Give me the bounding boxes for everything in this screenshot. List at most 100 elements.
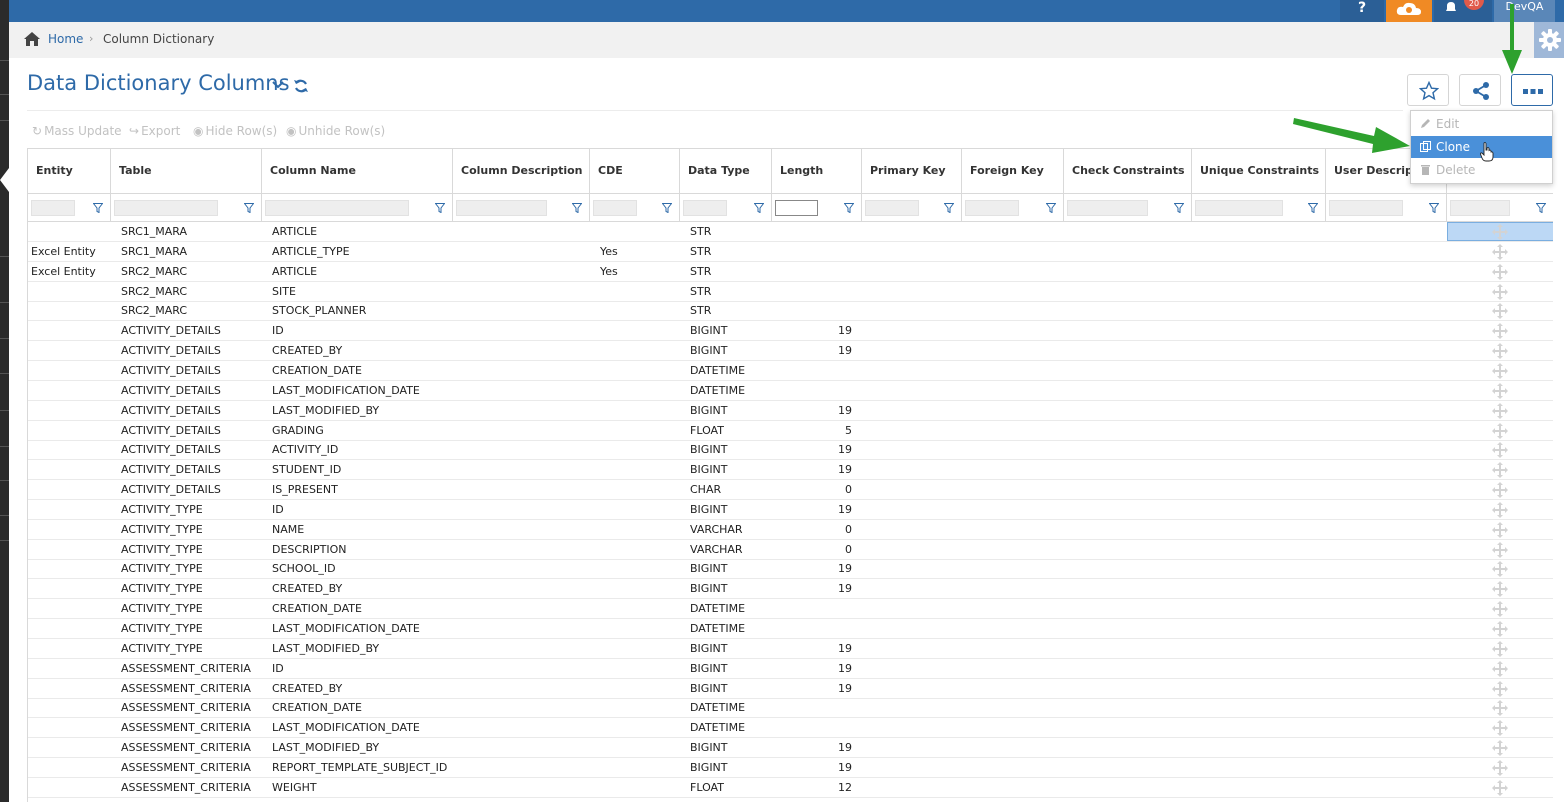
drag-handle-icon[interactable] bbox=[1492, 482, 1508, 499]
collapse-sidebar-handle[interactable] bbox=[0, 168, 9, 192]
drag-handle-icon[interactable] bbox=[1492, 660, 1508, 677]
drag-handle-icon[interactable] bbox=[1492, 521, 1508, 538]
drag-handle-icon[interactable] bbox=[1492, 382, 1508, 399]
drag-handle-icon[interactable] bbox=[1492, 621, 1508, 637]
filter-icon[interactable] bbox=[435, 203, 445, 213]
filter-icon[interactable] bbox=[944, 203, 954, 213]
drag-handle-icon[interactable] bbox=[1492, 303, 1508, 320]
filter-icon[interactable] bbox=[844, 203, 854, 213]
home-icon[interactable] bbox=[23, 31, 41, 47]
table-row[interactable]: ACTIVITY_TYPE CREATION_DATE DATETIME bbox=[28, 599, 1553, 620]
filter-icon[interactable] bbox=[244, 203, 254, 213]
filter-input-cde[interactable] bbox=[593, 200, 637, 216]
share-button[interactable] bbox=[1459, 74, 1501, 106]
table-row[interactable]: ASSESSMENT_CRITERIA LAST_MODIFICATION_DAT… bbox=[28, 718, 1553, 739]
filter-icon[interactable] bbox=[1174, 203, 1184, 213]
table-row[interactable]: ACTIVITY_DETAILS CREATED_BY BIGINT 19 bbox=[28, 341, 1553, 362]
table-row[interactable]: SRC2_MARC SITE STR bbox=[28, 282, 1553, 302]
table-row[interactable]: ASSESSMENT_CRITERIA WEIGHT FLOAT 12 bbox=[28, 778, 1553, 798]
filter-input-unique-constraints[interactable] bbox=[1195, 200, 1283, 216]
table-row[interactable]: SRC1_MARA ARTICLE STR bbox=[28, 222, 1553, 242]
drag-handle-icon[interactable] bbox=[1492, 323, 1508, 340]
hide-rows-button[interactable]: ◉ Hide Row(s) bbox=[193, 124, 277, 138]
menu-item-delete[interactable]: Delete bbox=[1411, 159, 1552, 181]
filter-input-user-description[interactable] bbox=[1329, 200, 1403, 216]
drag-handle-icon[interactable] bbox=[1492, 422, 1508, 439]
breadcrumb-home-link[interactable]: Home bbox=[48, 32, 83, 46]
filter-input-column-description[interactable] bbox=[456, 200, 547, 216]
table-row[interactable]: ACTIVITY_DETAILS LAST_MODIFICATION_DATE DA… bbox=[28, 381, 1553, 401]
table-row[interactable]: ACTIVITY_TYPE SCHOOL_ID BIGINT 19 bbox=[28, 559, 1553, 580]
drag-handle-icon[interactable] bbox=[1492, 700, 1508, 717]
table-row[interactable]: ACTIVITY_TYPE ID BIGINT 19 bbox=[28, 500, 1553, 520]
drag-handle-icon[interactable] bbox=[1492, 779, 1508, 796]
column-header-check-constraints[interactable]: Check Constraints bbox=[1064, 148, 1192, 194]
refresh-icon[interactable] bbox=[293, 78, 309, 94]
drag-handle-icon[interactable] bbox=[1492, 680, 1508, 697]
table-row[interactable]: ACTIVITY_TYPE NAME VARCHAR 0 bbox=[28, 520, 1553, 540]
drag-handle-icon[interactable] bbox=[1492, 243, 1508, 260]
filter-icon[interactable] bbox=[754, 203, 764, 213]
drag-handle-icon[interactable] bbox=[1492, 601, 1508, 618]
column-header-data-type[interactable]: Data Type bbox=[680, 148, 772, 194]
table-row[interactable]: ACTIVITY_TYPE LAST_MODIFIED_BY BIGINT 19 bbox=[28, 639, 1553, 659]
filter-icon[interactable] bbox=[572, 203, 582, 213]
table-row[interactable]: ACTIVITY_DETAILS IS_PRESENT CHAR 0 bbox=[28, 480, 1553, 501]
drag-handle-icon[interactable] bbox=[1492, 720, 1508, 737]
drag-handle-icon[interactable] bbox=[1492, 501, 1508, 518]
table-row[interactable]: ACTIVITY_TYPE CREATED_BY BIGINT 19 bbox=[28, 579, 1553, 600]
drag-handle-icon[interactable] bbox=[1492, 263, 1508, 280]
table-row[interactable]: ASSESSMENT_CRITERIA CREATION_DATE DATETIME bbox=[28, 698, 1553, 719]
drag-handle-icon[interactable] bbox=[1492, 224, 1508, 240]
table-row[interactable]: ACTIVITY_DETAILS ID BIGINT 19 bbox=[28, 321, 1553, 342]
favorite-button[interactable] bbox=[1407, 74, 1449, 106]
table-row[interactable]: ACTIVITY_DETAILS GRADING FLOAT 5 bbox=[28, 421, 1553, 441]
drag-handle-icon[interactable] bbox=[1492, 740, 1508, 757]
drag-handle-icon[interactable] bbox=[1492, 283, 1508, 300]
table-row[interactable]: ASSESSMENT_CRITERIA CREATED_BY BIGINT 19 bbox=[28, 679, 1553, 699]
drag-handle-icon[interactable] bbox=[1492, 541, 1508, 558]
column-header-table[interactable]: Table bbox=[111, 148, 262, 194]
chevron-down-icon[interactable] bbox=[272, 80, 284, 90]
drag-handle-icon[interactable] bbox=[1492, 462, 1508, 479]
drag-handle-icon[interactable] bbox=[1492, 581, 1508, 598]
table-row[interactable]: Excel Entity SRC2_MARC ARTICLE Yes STR bbox=[28, 262, 1553, 282]
table-row[interactable]: ASSESSMENT_CRITERIA REPORT_TEMPLATE_SUBJE… bbox=[28, 758, 1553, 778]
filter-input-check-constraints[interactable] bbox=[1067, 200, 1148, 216]
drag-handle-icon[interactable] bbox=[1492, 640, 1508, 657]
filter-input-table[interactable] bbox=[114, 200, 218, 216]
export-button[interactable]: ↪ Export bbox=[129, 124, 180, 138]
table-row[interactable]: ACTIVITY_DETAILS CREATION_DATE DATETIME bbox=[28, 361, 1553, 381]
filter-input-data-type[interactable] bbox=[683, 200, 727, 216]
table-row[interactable]: ACTIVITY_DETAILS LAST_MODIFIED_BY BIGINT 19 bbox=[28, 401, 1553, 421]
cloud-button[interactable] bbox=[1386, 0, 1432, 22]
column-header-column-name[interactable]: Column Name bbox=[262, 148, 453, 194]
column-header-foreign-key[interactable]: Foreign Key bbox=[962, 148, 1064, 194]
drag-handle-icon[interactable] bbox=[1492, 362, 1508, 379]
filter-icon[interactable] bbox=[662, 203, 672, 213]
help-button[interactable]: ? bbox=[1340, 0, 1384, 22]
column-header-entity[interactable]: Entity bbox=[28, 148, 111, 194]
column-header-cde[interactable]: CDE bbox=[590, 148, 680, 194]
mass-update-button[interactable]: ↻ Mass Update bbox=[32, 124, 122, 138]
table-row[interactable]: ACTIVITY_TYPE DESCRIPTION VARCHAR 0 bbox=[28, 540, 1553, 560]
filter-icon[interactable] bbox=[1308, 203, 1318, 213]
more-actions-button[interactable] bbox=[1511, 74, 1553, 106]
table-row[interactable]: ASSESSMENT_CRITERIA LAST_MODIFIED_BY BIGIN… bbox=[28, 738, 1553, 759]
filter-input-length[interactable] bbox=[775, 200, 818, 216]
filter-input-column-name[interactable] bbox=[265, 200, 409, 216]
table-row[interactable]: ASSESSMENT_CRITERIA ID BIGINT 19 bbox=[28, 659, 1553, 679]
table-row[interactable]: ACTIVITY_DETAILS ACTIVITY_ID BIGINT 19 bbox=[28, 440, 1553, 461]
drag-handle-icon[interactable] bbox=[1492, 343, 1508, 360]
drag-handle-icon[interactable] bbox=[1492, 402, 1508, 419]
drag-handle-icon[interactable] bbox=[1492, 759, 1508, 776]
filter-input-foreign-key[interactable] bbox=[965, 200, 1019, 216]
drag-handle-icon[interactable] bbox=[1492, 561, 1508, 578]
unhide-rows-button[interactable]: ◉ Unhide Row(s) bbox=[286, 124, 385, 138]
filter-icon[interactable] bbox=[1536, 203, 1546, 213]
table-row[interactable]: ACTIVITY_TYPE LAST_MODIFICATION_DATE DATET… bbox=[28, 619, 1553, 639]
table-row[interactable]: SRC2_MARC STOCK_PLANNER STR bbox=[28, 301, 1553, 322]
table-row[interactable]: Excel Entity SRC1_MARA ARTICLE_TYPE Yes STR bbox=[28, 242, 1553, 262]
filter-input-actions[interactable] bbox=[1450, 200, 1510, 216]
menu-item-edit[interactable]: Edit bbox=[1411, 113, 1552, 135]
